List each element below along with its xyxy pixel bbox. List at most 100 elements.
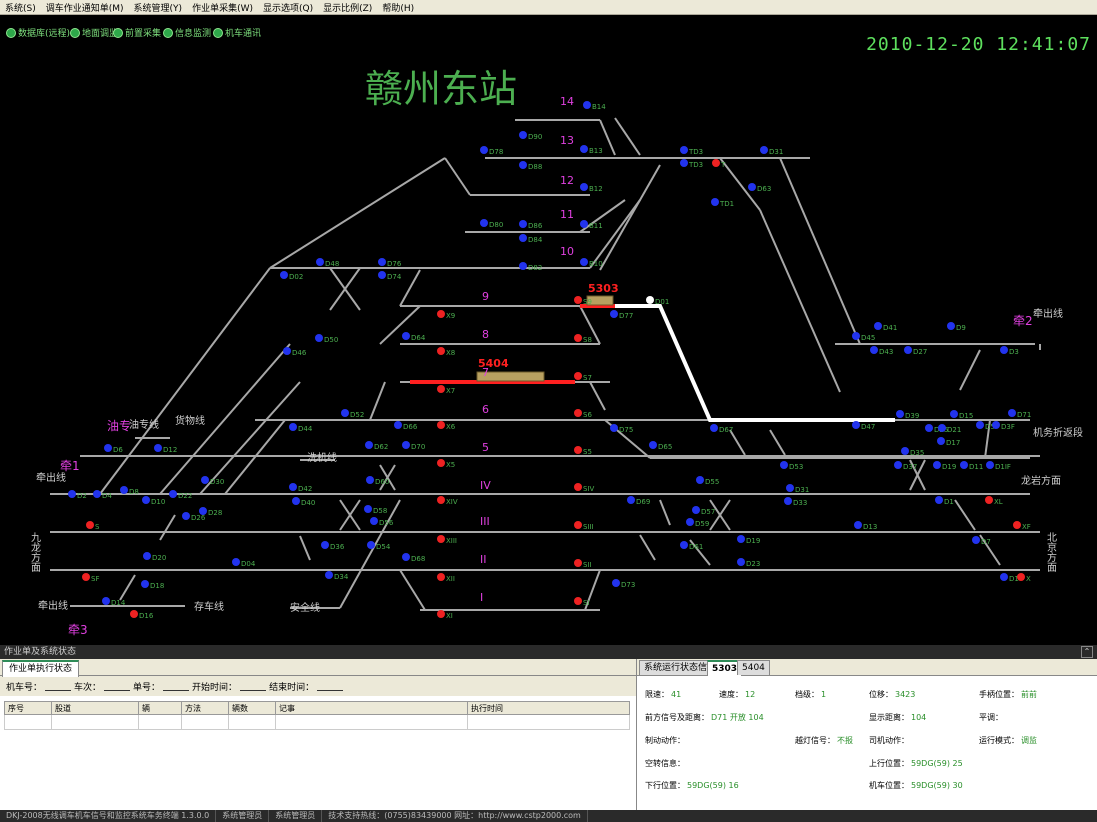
signal-d58[interactable]: D58 xyxy=(364,505,387,515)
signal-s8[interactable]: S8 xyxy=(574,334,592,344)
signal-d17[interactable]: D17 xyxy=(937,437,960,447)
col-count[interactable]: 辆数 xyxy=(228,701,276,715)
tab-work-order-status[interactable]: 作业单执行状态 xyxy=(2,660,80,677)
filter-order-field[interactable] xyxy=(163,682,190,691)
signal-d41[interactable]: D41 xyxy=(874,322,897,332)
collapse-icon[interactable]: ⌃ xyxy=(1081,646,1093,658)
menu-item-3[interactable]: 作业单采集(W) xyxy=(187,1,258,14)
signal-d75[interactable]: D75 xyxy=(610,424,633,434)
signal-d59[interactable]: D59 xyxy=(686,518,709,528)
signal-d73[interactable]: D73 xyxy=(612,579,635,589)
signal-si[interactable]: SI xyxy=(574,597,590,607)
signal-d04[interactable]: D04 xyxy=(232,558,256,568)
signal-t[interactable]: T xyxy=(712,159,726,169)
signal-xiii[interactable]: XIII xyxy=(437,535,457,545)
signal-d52[interactable]: D52 xyxy=(341,409,364,419)
signal-d39[interactable]: D39 xyxy=(896,410,919,420)
signal-d1[interactable]: D1 xyxy=(935,496,954,506)
signal-d86[interactable]: D86 xyxy=(519,220,543,230)
signal-s[interactable]: S xyxy=(86,521,100,531)
menu-item-1[interactable]: 调车作业通知单(M) xyxy=(41,1,129,14)
signal-d68[interactable]: D68 xyxy=(402,553,425,563)
signal-d56[interactable]: D56 xyxy=(370,517,394,527)
toolbar-front-collect[interactable]: 前置采集 xyxy=(113,26,161,39)
signal-d4[interactable]: D4 xyxy=(93,490,112,500)
signal-b14[interactable]: B14 xyxy=(583,101,606,111)
signal-siv[interactable]: SIV xyxy=(574,483,595,493)
signal-d11[interactable]: D11 xyxy=(960,461,983,471)
signal-d62[interactable]: D62 xyxy=(365,441,388,451)
signal-d74[interactable]: D74 xyxy=(378,271,402,281)
signal-d16[interactable]: D16 xyxy=(130,610,154,620)
toolbar-info-detect[interactable]: 信息监测 xyxy=(163,26,211,39)
menu-item-0[interactable]: 系统(S) xyxy=(0,1,41,14)
signal-d5[interactable]: D5 xyxy=(976,421,995,431)
signal-d54[interactable]: D54 xyxy=(367,541,391,551)
signal-d2[interactable]: D2 xyxy=(68,490,87,500)
table-row[interactable] xyxy=(4,714,630,730)
signal-d6[interactable]: D6 xyxy=(104,444,123,454)
signal-x[interactable]: X xyxy=(1017,573,1031,583)
signal-d19[interactable]: D19 xyxy=(737,535,760,545)
signal-d71[interactable]: D71 xyxy=(1008,409,1031,419)
signal-d3f[interactable]: D3F xyxy=(992,421,1015,431)
signal-s9[interactable]: S9 xyxy=(574,296,592,306)
menu-item-4[interactable]: 显示选项(Q) xyxy=(258,1,318,14)
signal-d1if[interactable]: D1IF xyxy=(986,461,1011,471)
signal-td3[interactable]: TD3 xyxy=(680,146,703,156)
signal-s7[interactable]: S7 xyxy=(574,372,592,382)
signal-d53[interactable]: D53 xyxy=(780,461,803,471)
menu-item-6[interactable]: 帮助(H) xyxy=(377,1,419,14)
signal-d3[interactable]: D3 xyxy=(1000,346,1019,356)
col-track[interactable]: 股道 xyxy=(51,701,139,715)
signal-d70[interactable]: D70 xyxy=(402,441,425,451)
signal-d45[interactable]: D45 xyxy=(852,332,875,342)
signal-td1[interactable]: TD1 xyxy=(711,198,734,208)
signal-d10[interactable]: D10 xyxy=(142,496,165,506)
signal-d80[interactable]: D80 xyxy=(480,219,503,229)
signal-d20[interactable]: D20 xyxy=(143,552,166,562)
signal-d43[interactable]: D43 xyxy=(870,346,893,356)
toolbar-ground-monitor[interactable]: 地面调监 xyxy=(70,26,118,39)
signal-x8[interactable]: X8 xyxy=(437,347,455,357)
signal-b12[interactable]: B12 xyxy=(580,183,603,193)
signal-d40[interactable]: D40 xyxy=(292,497,315,507)
filter-loco-field[interactable] xyxy=(45,682,72,691)
tab-5404[interactable]: 5404 xyxy=(737,660,770,675)
signal-d77[interactable]: D77 xyxy=(610,310,633,320)
signal-d37[interactable]: D37 xyxy=(894,461,917,471)
signal-d55[interactable]: D55 xyxy=(696,476,719,486)
col-exec-time[interactable]: 执行时间 xyxy=(467,701,630,715)
col-note[interactable]: 记事 xyxy=(275,701,468,715)
col-method[interactable]: 方法 xyxy=(181,701,229,715)
signal-x6[interactable]: X6 xyxy=(437,421,456,431)
signal-xiv[interactable]: XIV xyxy=(437,496,458,506)
signal-td3[interactable]: TD3 xyxy=(680,159,703,169)
signal-x5[interactable]: X5 xyxy=(437,459,455,469)
signal-d42[interactable]: D42 xyxy=(289,483,312,493)
filter-start-field[interactable] xyxy=(240,682,267,691)
signal-d84[interactable]: D84 xyxy=(519,234,543,244)
signal-d66[interactable]: D66 xyxy=(394,421,418,431)
signal-d82[interactable]: D82 xyxy=(519,262,542,272)
signal-siii[interactable]: SIII xyxy=(574,521,594,531)
signal-d88[interactable]: D88 xyxy=(519,161,542,171)
signal-xl[interactable]: XL xyxy=(985,496,1003,506)
signal-d60[interactable]: D60 xyxy=(366,476,389,486)
signal-d7[interactable]: D7 xyxy=(972,536,991,546)
signal-b13[interactable]: B13 xyxy=(580,145,603,155)
signal-x9[interactable]: X9 xyxy=(437,310,455,320)
signal-d31[interactable]: D31 xyxy=(760,146,783,156)
menu-item-2[interactable]: 系统管理(Y) xyxy=(129,1,188,14)
signal-d63[interactable]: D63 xyxy=(748,183,771,193)
signal-xii[interactable]: XII xyxy=(437,573,455,583)
signal-d22[interactable]: D22 xyxy=(169,490,192,500)
signal-d31[interactable]: D31 xyxy=(786,484,809,494)
signal-xi[interactable]: XI xyxy=(437,610,453,620)
signal-d48[interactable]: D48 xyxy=(316,258,339,268)
menu-item-5[interactable]: 显示比例(Z) xyxy=(318,1,377,14)
signal-d33[interactable]: D33 xyxy=(784,497,807,507)
signal-d46[interactable]: D46 xyxy=(283,347,307,357)
signal-d1[interactable]: D1 xyxy=(1000,573,1019,583)
signal-d64[interactable]: D64 xyxy=(402,332,426,342)
